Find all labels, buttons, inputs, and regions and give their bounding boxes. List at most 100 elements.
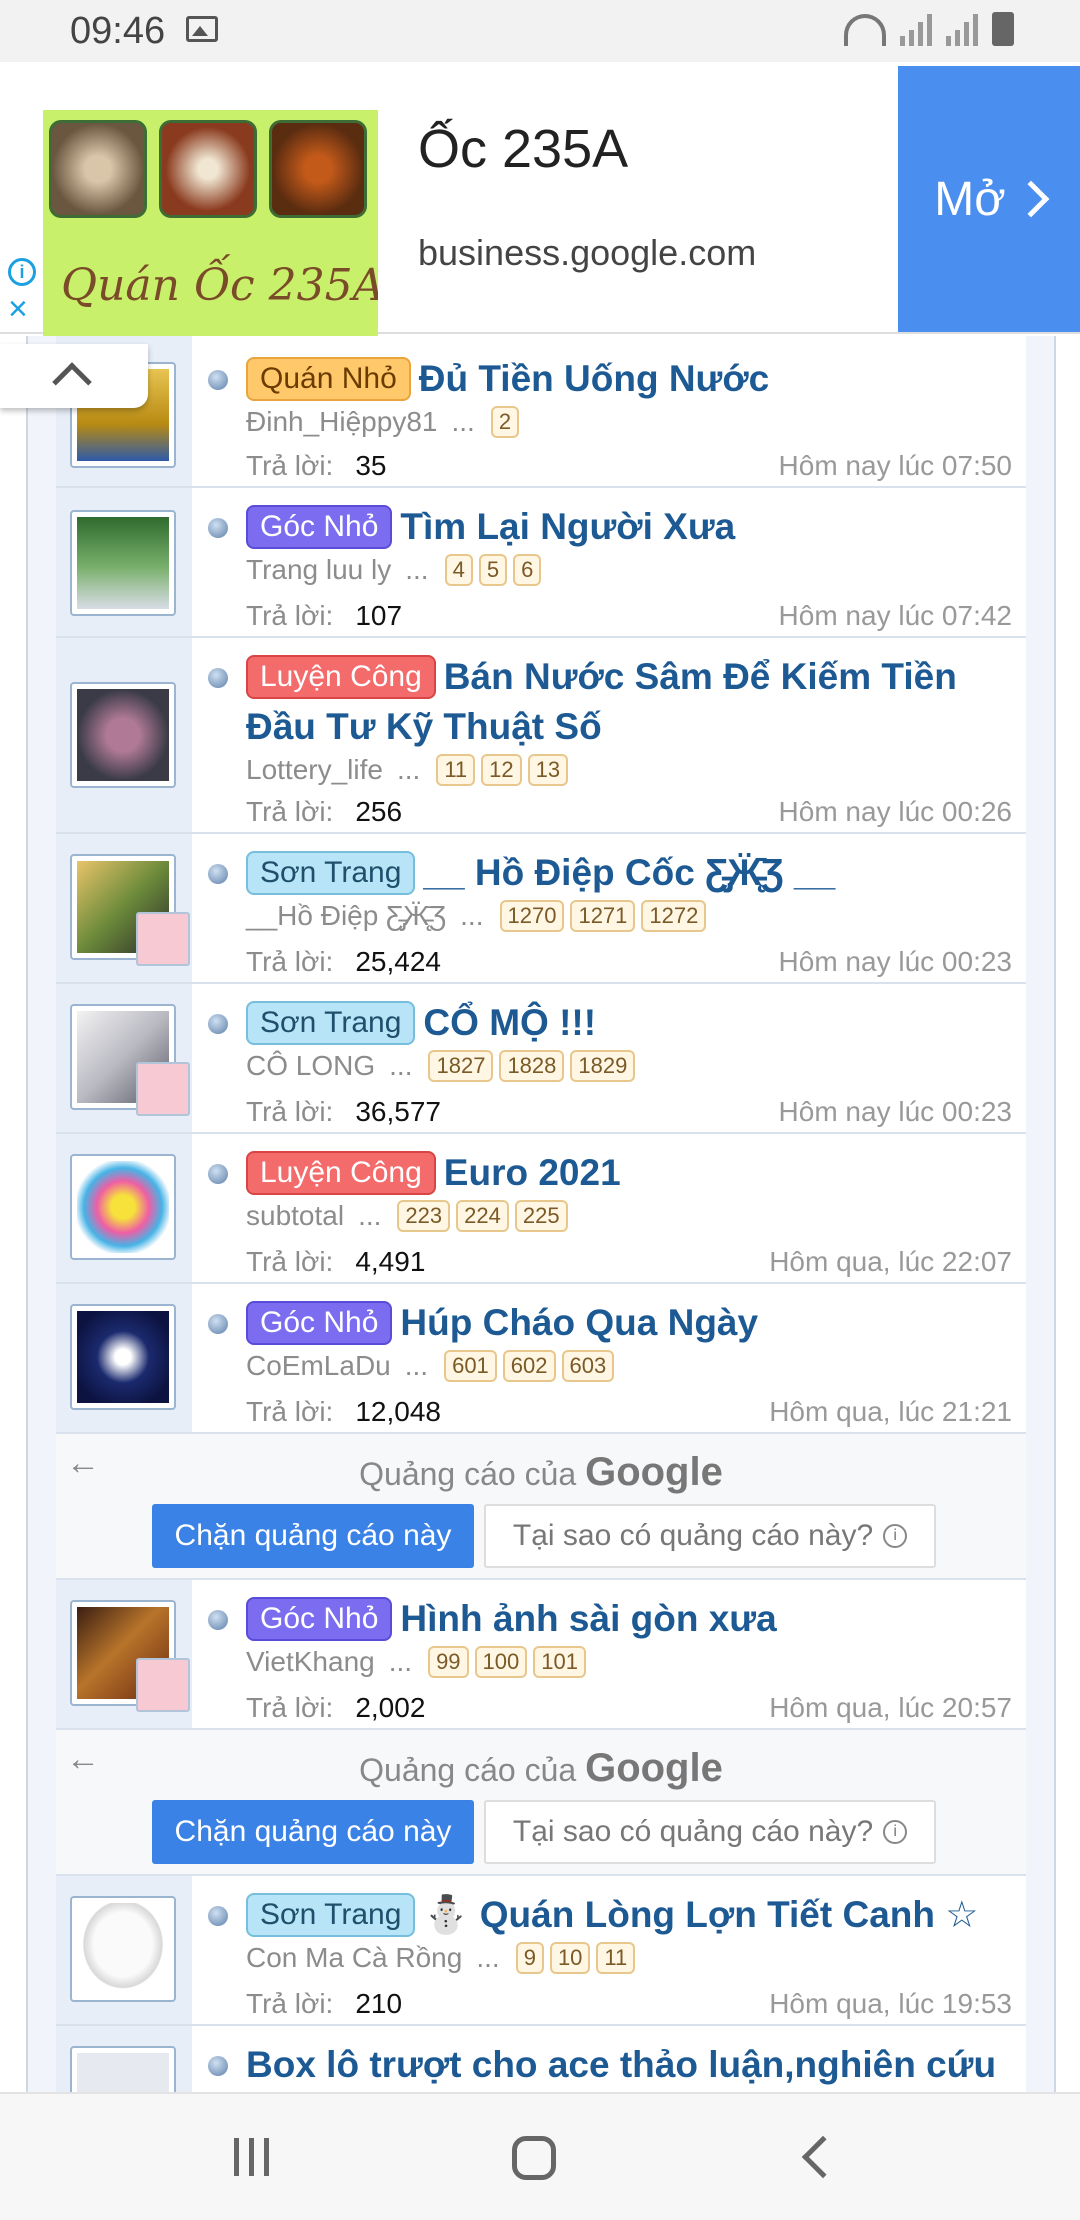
avatar[interactable] — [70, 1154, 176, 1260]
thread-row[interactable]: Góc Nhỏ Hình ảnh sài gòn xưa VietKhang...… — [56, 1580, 1026, 1730]
last-poster-avatar[interactable] — [136, 912, 190, 966]
page-link[interactable]: 1829 — [570, 1050, 636, 1082]
thread-title[interactable]: Luyện Công Euro 2021 — [246, 1148, 998, 1198]
thread-row[interactable]: Luyện Công Euro 2021 subtotal... 223 224 … — [56, 1134, 1026, 1284]
page-link[interactable]: 101 — [533, 1646, 586, 1678]
thread-author[interactable]: Đinh_Hiệppy81 — [246, 406, 437, 438]
thread-prefix[interactable]: Sơn Trang — [246, 1893, 416, 1937]
last-post-date[interactable]: Hôm qua, lúc 20:57 — [769, 1692, 1012, 1724]
page-link[interactable]: 100 — [474, 1646, 528, 1678]
ad-info-icon[interactable]: i — [8, 258, 36, 286]
recents-icon[interactable] — [234, 2138, 269, 2176]
unread-bullet-icon — [208, 518, 228, 538]
avatar[interactable] — [70, 2046, 176, 2096]
page-link[interactable]: 5 — [478, 554, 508, 586]
reply-count: Trả lời: 12,048 — [246, 1396, 441, 1427]
thread-title[interactable]: Quán Nhỏ Đủ Tiền Uống Nước — [246, 354, 998, 404]
thread-row[interactable]: Góc Nhỏ Tìm Lại Người Xưa Trang luu ly...… — [56, 488, 1026, 638]
thread-author[interactable]: Lottery_life — [246, 754, 383, 786]
thread-author[interactable]: VietKhang — [246, 1646, 375, 1678]
thread-row[interactable]: Sơn Trang ⛄ Quán Lòng Lợn Tiết Canh ☆ Con… — [56, 1876, 1026, 2026]
page-link[interactable]: 10 — [549, 1942, 591, 1974]
page-link[interactable]: 1827 — [428, 1050, 494, 1082]
thread-author[interactable]: CÔ LONG — [246, 1050, 375, 1082]
ad-image-caption: Quán Ốc 235A — [61, 260, 378, 311]
thread-author[interactable]: CoEmLaDu — [246, 1350, 391, 1382]
last-poster-avatar[interactable] — [136, 1062, 190, 1116]
page-link[interactable]: 224 — [456, 1200, 509, 1232]
page-link[interactable]: 13 — [527, 754, 569, 786]
home-icon[interactable] — [512, 2136, 556, 2180]
page-link[interactable]: 9 — [515, 1942, 544, 1974]
thread-title[interactable]: Luyện Công Bán Nước Sâm Để Kiếm Tiền Đầu … — [246, 652, 998, 752]
avatar[interactable] — [70, 1304, 176, 1410]
why-this-ad-button[interactable]: Tại sao có quảng cáo này? i — [484, 1504, 936, 1568]
ad-url[interactable]: business.google.com — [418, 232, 756, 274]
page-link[interactable]: 12 — [481, 754, 522, 786]
thread-title[interactable]: Sơn Trang ⛄ Quán Lòng Lợn Tiết Canh ☆ — [246, 1890, 998, 1940]
page-link[interactable]: 11 — [596, 1942, 636, 1974]
thread-title[interactable]: Góc Nhỏ Hình ảnh sài gòn xưa — [246, 1594, 998, 1644]
page-link[interactable]: 6 — [513, 554, 542, 586]
thread-title[interactable]: Sơn Trang __ Hồ Điệp Cốc Ƹ̵̡Ӝ̵̨̄Ʒ __ — [246, 848, 998, 898]
page-link[interactable]: 225 — [514, 1200, 568, 1232]
page-link[interactable]: 11 — [436, 754, 476, 786]
thread-title[interactable]: Góc Nhỏ Húp Cháo Qua Ngày — [246, 1298, 998, 1348]
thread-prefix[interactable]: Luyện Công — [246, 655, 436, 699]
last-poster-avatar[interactable] — [136, 1658, 190, 1712]
page-link[interactable]: 1270 — [499, 900, 565, 932]
ad-image[interactable]: Quán Ốc 235A — [43, 110, 378, 346]
thread-prefix[interactable]: Góc Nhỏ — [246, 1301, 393, 1345]
thread-row[interactable]: Góc Nhỏ Húp Cháo Qua Ngày CoEmLaDu... 601… — [56, 1284, 1026, 1434]
thread-author[interactable]: Trang luu ly — [246, 554, 391, 586]
last-post-date[interactable]: Hôm qua, lúc 21:21 — [769, 1396, 1012, 1428]
thread-row[interactable]: Sơn Trang CỔ MỘ !!! CÔ LONG... 1827 1828 … — [56, 984, 1026, 1134]
thread-title[interactable]: Góc Nhỏ Tìm Lại Người Xưa — [246, 502, 998, 552]
page-link[interactable]: 603 — [561, 1350, 615, 1382]
last-post-date[interactable]: Hôm nay lúc 07:50 — [779, 450, 1012, 482]
ad-close-icon[interactable]: × — [8, 292, 28, 326]
thread-prefix[interactable]: Sơn Trang — [246, 851, 416, 895]
thread-author[interactable]: __Hồ Điệp Ƹ̵̡Ӝ̵̨̄Ʒ — [246, 900, 446, 932]
page-link[interactable]: 4 — [444, 554, 473, 586]
thread-prefix[interactable]: Góc Nhỏ — [246, 1597, 393, 1641]
last-post-date[interactable]: Hôm qua, lúc 19:53 — [769, 1988, 1012, 2020]
why-this-ad-button[interactable]: Tại sao có quảng cáo này? i — [484, 1800, 936, 1864]
page-link[interactable]: 2 — [490, 406, 520, 438]
avatar[interactable] — [70, 682, 176, 788]
page-link[interactable]: 1272 — [641, 900, 707, 932]
ad-title[interactable]: Ốc 235A — [418, 118, 628, 180]
last-post-date[interactable]: Hôm nay lúc 00:23 — [779, 1096, 1012, 1128]
page-link[interactable]: 602 — [502, 1350, 556, 1382]
back-icon[interactable] — [801, 2135, 845, 2179]
last-post-date[interactable]: Hôm nay lúc 00:26 — [779, 796, 1012, 828]
page-link[interactable]: 99 — [428, 1646, 469, 1678]
avatar[interactable] — [70, 510, 176, 616]
thread-title[interactable]: Box lô trượt cho ace thảo luận,nghiên cứ… — [246, 2040, 998, 2090]
thread-prefix[interactable]: Luyện Công — [246, 1151, 436, 1195]
last-post-date[interactable]: Hôm nay lúc 00:23 — [779, 946, 1012, 978]
thread-row[interactable]: Sơn Trang __ Hồ Điệp Cốc Ƹ̵̡Ӝ̵̨̄Ʒ __ __Hồ… — [56, 834, 1026, 984]
thread-row[interactable]: Box lô trượt cho ace thảo luận,nghiên cứ… — [56, 2026, 1026, 2096]
thread-prefix[interactable]: Góc Nhỏ — [246, 505, 393, 549]
last-post-date[interactable]: Hôm qua, lúc 22:07 — [769, 1246, 1012, 1278]
unread-bullet-icon — [208, 370, 228, 390]
thread-prefix[interactable]: Quán Nhỏ — [246, 357, 411, 401]
page-link[interactable]: 1828 — [499, 1050, 565, 1082]
ad-open-button[interactable]: Mở — [898, 66, 1080, 332]
block-ad-button[interactable]: Chặn quảng cáo này — [152, 1800, 474, 1864]
block-ad-button[interactable]: Chặn quảng cáo này — [152, 1504, 474, 1568]
thread-author[interactable]: Con Ma Cà Rồng — [246, 1942, 462, 1974]
thread-prefix[interactable]: Sơn Trang — [246, 1001, 416, 1045]
page-link[interactable]: 223 — [397, 1200, 451, 1232]
page-link[interactable]: 1271 — [570, 900, 636, 932]
thread-author[interactable]: subtotal — [246, 1200, 344, 1232]
thread-title[interactable]: Sơn Trang CỔ MỘ !!! — [246, 998, 998, 1048]
last-post-date[interactable]: Hôm nay lúc 07:42 — [779, 600, 1012, 632]
avatar[interactable] — [70, 1896, 176, 2002]
ad-banner[interactable]: Quán Ốc 235A Ốc 235A business.google.com… — [0, 62, 1080, 346]
collapse-ad-button[interactable] — [0, 344, 148, 408]
thread-row[interactable]: Quán Nhỏ Đủ Tiền Uống Nước Đinh_Hiệppy81.… — [56, 336, 1026, 488]
thread-row[interactable]: Luyện Công Bán Nước Sâm Để Kiếm Tiền Đầu … — [56, 638, 1026, 834]
page-link[interactable]: 601 — [444, 1350, 497, 1382]
